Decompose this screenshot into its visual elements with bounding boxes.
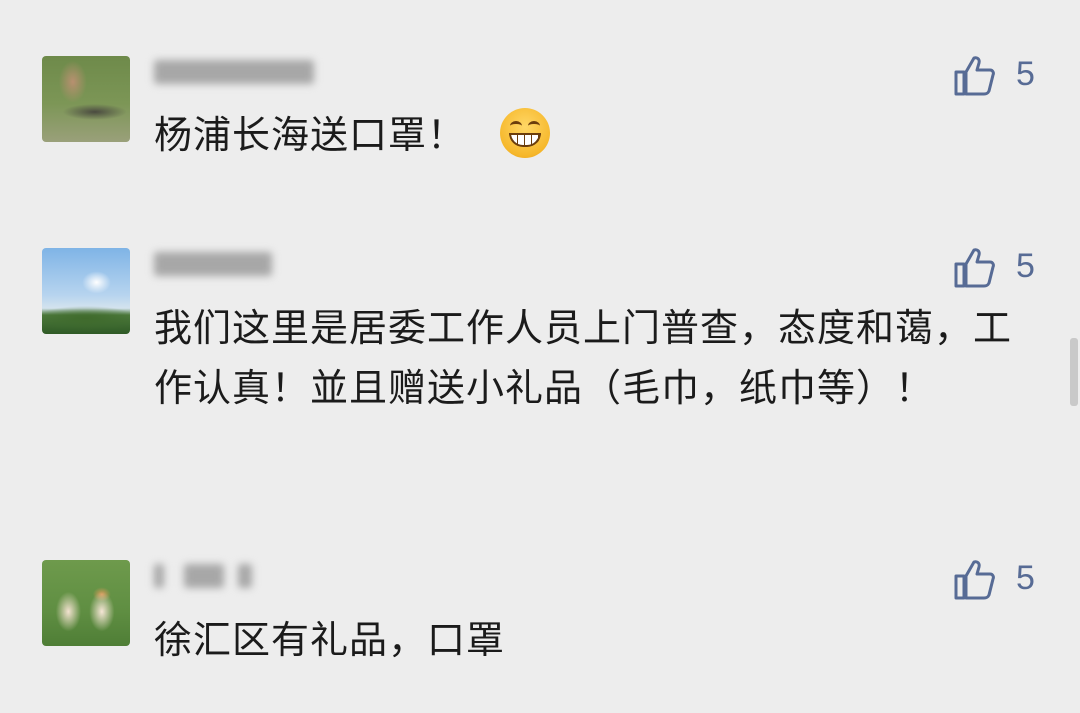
like-count: 5 <box>1016 559 1035 597</box>
comment-text: 杨浦长海送口罩！ <box>154 105 1014 165</box>
comment-text: 我们这里是居委工作人员上门普查，态度和蔼，工作认真！並且赠送小礼品（毛巾，纸巾等… <box>154 306 1013 410</box>
thumbs-up-icon <box>954 560 995 600</box>
like-count: 5 <box>1016 55 1035 93</box>
author-name-blurred[interactable] <box>154 246 284 280</box>
avatar[interactable] <box>42 248 130 334</box>
thumbs-up-icon <box>954 248 995 288</box>
avatar[interactable] <box>42 560 130 646</box>
comment-item: 杨浦长海送口罩！ 5 <box>0 0 1080 200</box>
scrollbar[interactable] <box>1070 338 1078 406</box>
like-button[interactable]: 5 <box>952 52 1062 100</box>
comment-item: 徐汇区有礼品，口罩 5 <box>0 520 1080 713</box>
like-button[interactable]: 5 <box>952 244 1062 292</box>
author-name-blurred[interactable] <box>154 54 324 88</box>
thumbs-up-icon <box>954 56 995 96</box>
like-button[interactable]: 5 <box>952 556 1062 604</box>
comment-item: 我们这里是居委工作人员上门普查，态度和蔼，工作认真！並且赠送小礼品（毛巾，纸巾等… <box>0 200 1080 520</box>
author-name-blurred[interactable] <box>154 558 264 592</box>
grinning-face-emoji <box>500 108 551 158</box>
like-count: 5 <box>1016 247 1035 285</box>
avatar[interactable] <box>42 56 130 142</box>
comment-text: 徐汇区有礼品，口罩 <box>154 618 506 662</box>
